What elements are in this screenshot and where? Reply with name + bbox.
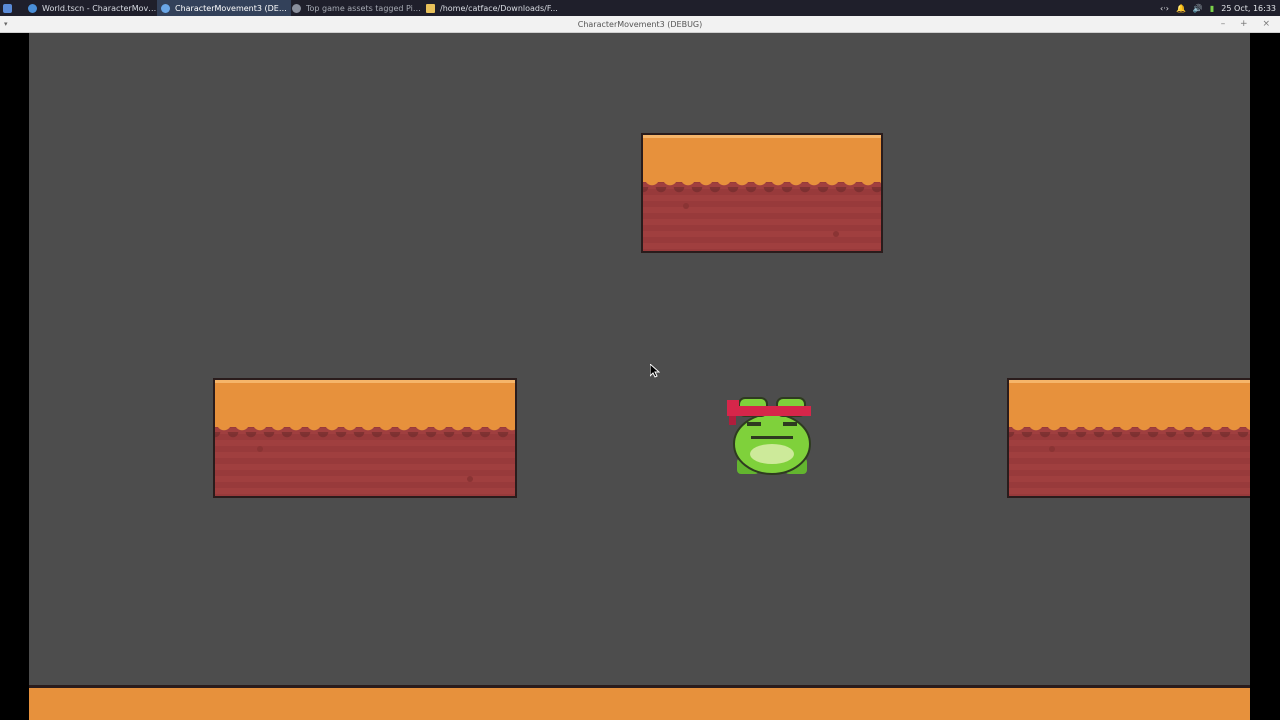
taskbar-item-label: /home/catface/Downloads/F... <box>440 3 558 13</box>
taskbar-item-files[interactable]: /home/catface/Downloads/F... <box>424 0 562 16</box>
taskbar-item-editor[interactable]: World.tscn - CharacterMove... <box>24 0 158 16</box>
battery-icon[interactable]: ▮ <box>1210 4 1214 13</box>
ground <box>29 685 1250 720</box>
taskbar-item-label: World.tscn - CharacterMove... <box>42 3 158 13</box>
folder-icon <box>426 3 435 13</box>
taskbar-item-game[interactable]: CharacterMovement3 (DEB... <box>157 0 291 16</box>
window-menu-icon[interactable]: ▾ <box>4 20 8 28</box>
platform-top <box>641 133 883 253</box>
mouse-cursor-icon <box>650 364 660 378</box>
window-titlebar[interactable]: ▾ CharacterMovement3 (DEBUG) – + × <box>0 16 1280 33</box>
volume-icon[interactable]: 🔊 <box>1193 4 1203 13</box>
taskbar-item-label: Top game assets tagged Pix... <box>306 3 422 13</box>
game-viewport[interactable] <box>29 33 1250 720</box>
app-menu-icon[interactable] <box>3 0 15 16</box>
godot-editor-icon <box>28 3 37 13</box>
taskbar-item-label: CharacterMovement3 (DEB... <box>175 3 291 13</box>
taskbar-item-browser[interactable]: Top game assets tagged Pix... <box>290 0 422 16</box>
system-tray: ‹·› 🔔 🔊 ▮ 25 Oct, 16:33 <box>1153 0 1280 16</box>
network-icon[interactable]: ‹·› <box>1160 4 1169 13</box>
platform-right <box>1007 378 1250 498</box>
browser-icon <box>292 3 301 13</box>
godot-game-icon <box>161 3 170 13</box>
frog-player <box>727 397 811 475</box>
window-title: CharacterMovement3 (DEBUG) <box>577 19 703 29</box>
window-controls[interactable]: – + × <box>1221 19 1276 29</box>
clock[interactable]: 25 Oct, 16:33 <box>1221 4 1276 13</box>
system-taskbar: World.tscn - CharacterMove... CharacterM… <box>0 0 1280 16</box>
notifications-icon[interactable]: 🔔 <box>1176 4 1186 13</box>
platform-left <box>213 378 517 498</box>
